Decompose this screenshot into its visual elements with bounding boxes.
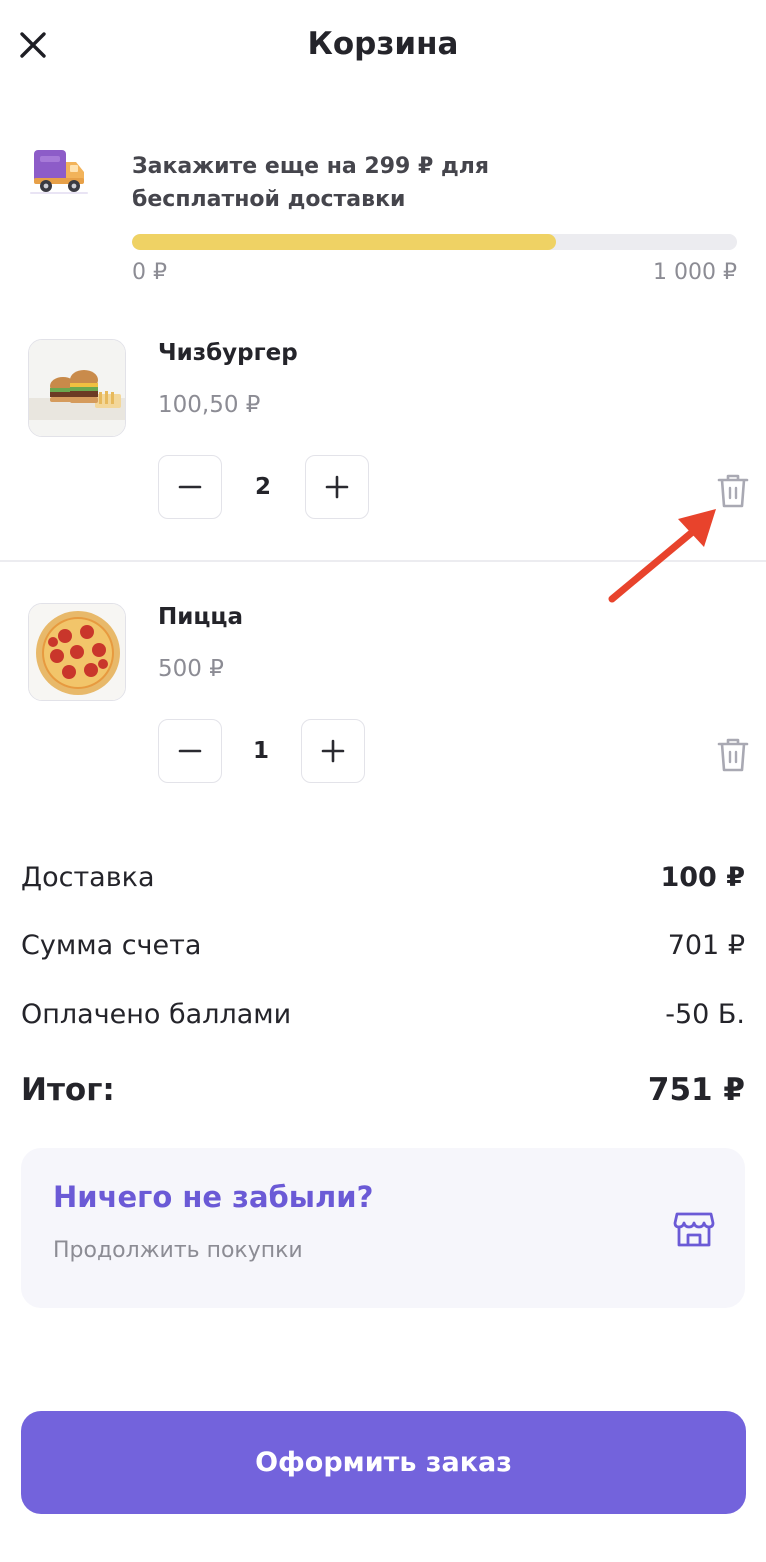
plus-icon	[321, 739, 345, 763]
points-value: -50 Б.	[665, 998, 745, 1030]
item-quantity: 2	[254, 474, 271, 500]
total-value: 751 ₽	[647, 1072, 745, 1108]
continue-shopping-subtitle: Продолжить покупки	[53, 1238, 303, 1263]
shop-icon	[673, 1212, 715, 1247]
item-divider	[0, 560, 766, 562]
progress-min-label: 0 ₽	[132, 260, 167, 285]
delivery-label: Доставка	[21, 861, 155, 893]
page-title: Корзина	[307, 26, 459, 62]
decrease-quantity-button[interactable]	[158, 719, 222, 783]
item-quantity: 1	[252, 738, 269, 764]
plus-icon	[325, 475, 349, 499]
total-label: Итог:	[21, 1072, 115, 1108]
subtotal-label: Сумма счета	[21, 929, 202, 961]
summary-total-row: Итог: 751 ₽	[21, 1070, 745, 1110]
item-name: Пицца	[158, 604, 243, 630]
minus-icon	[178, 749, 202, 753]
delivery-value: 100 ₽	[660, 861, 745, 893]
minus-icon	[178, 485, 202, 489]
free-delivery-banner: Закажите еще на 299 ₽ для бесплатной дос…	[0, 130, 766, 300]
item-name: Чизбургер	[158, 340, 298, 366]
summary-delivery-row: Доставка 100 ₽	[21, 857, 745, 897]
cheeseburger-image	[29, 340, 125, 436]
remove-item-button[interactable]	[711, 469, 755, 513]
trash-icon	[717, 474, 749, 508]
truck-icon	[30, 150, 88, 194]
item-price: 100,50 ₽	[158, 392, 261, 418]
cart-item: Чизбургер 100,50 ₽ 2	[0, 336, 766, 558]
progress-max-label: 1 000 ₽	[653, 260, 737, 285]
increase-quantity-button[interactable]	[301, 719, 365, 783]
cart-item: Пицца 500 ₽ 1	[0, 600, 766, 822]
decrease-quantity-button[interactable]	[158, 455, 222, 519]
points-label: Оплачено баллами	[21, 998, 292, 1030]
item-price: 500 ₽	[158, 656, 224, 682]
increase-quantity-button[interactable]	[305, 455, 369, 519]
free-delivery-message: Закажите еще на 299 ₽ для бесплатной дос…	[132, 154, 489, 212]
item-image-pizza	[28, 603, 126, 701]
header: Корзина	[0, 0, 766, 92]
delivery-progress-fill	[132, 234, 556, 250]
continue-shopping-title: Ничего не забыли?	[53, 1180, 374, 1214]
checkout-button[interactable]: Оформить заказ	[21, 1411, 746, 1514]
remove-item-button[interactable]	[711, 733, 755, 777]
delivery-progress-bar	[132, 234, 737, 250]
continue-shopping-card[interactable]: Ничего не забыли? Продолжить покупки	[21, 1148, 745, 1308]
item-image-cheeseburger	[28, 339, 126, 437]
summary-points-row: Оплачено баллами -50 Б.	[21, 994, 745, 1034]
summary-subtotal-row: Сумма счета 701 ₽	[21, 925, 745, 965]
subtotal-value: 701 ₽	[667, 929, 745, 961]
pizza-image	[29, 604, 125, 700]
trash-icon	[717, 738, 749, 772]
